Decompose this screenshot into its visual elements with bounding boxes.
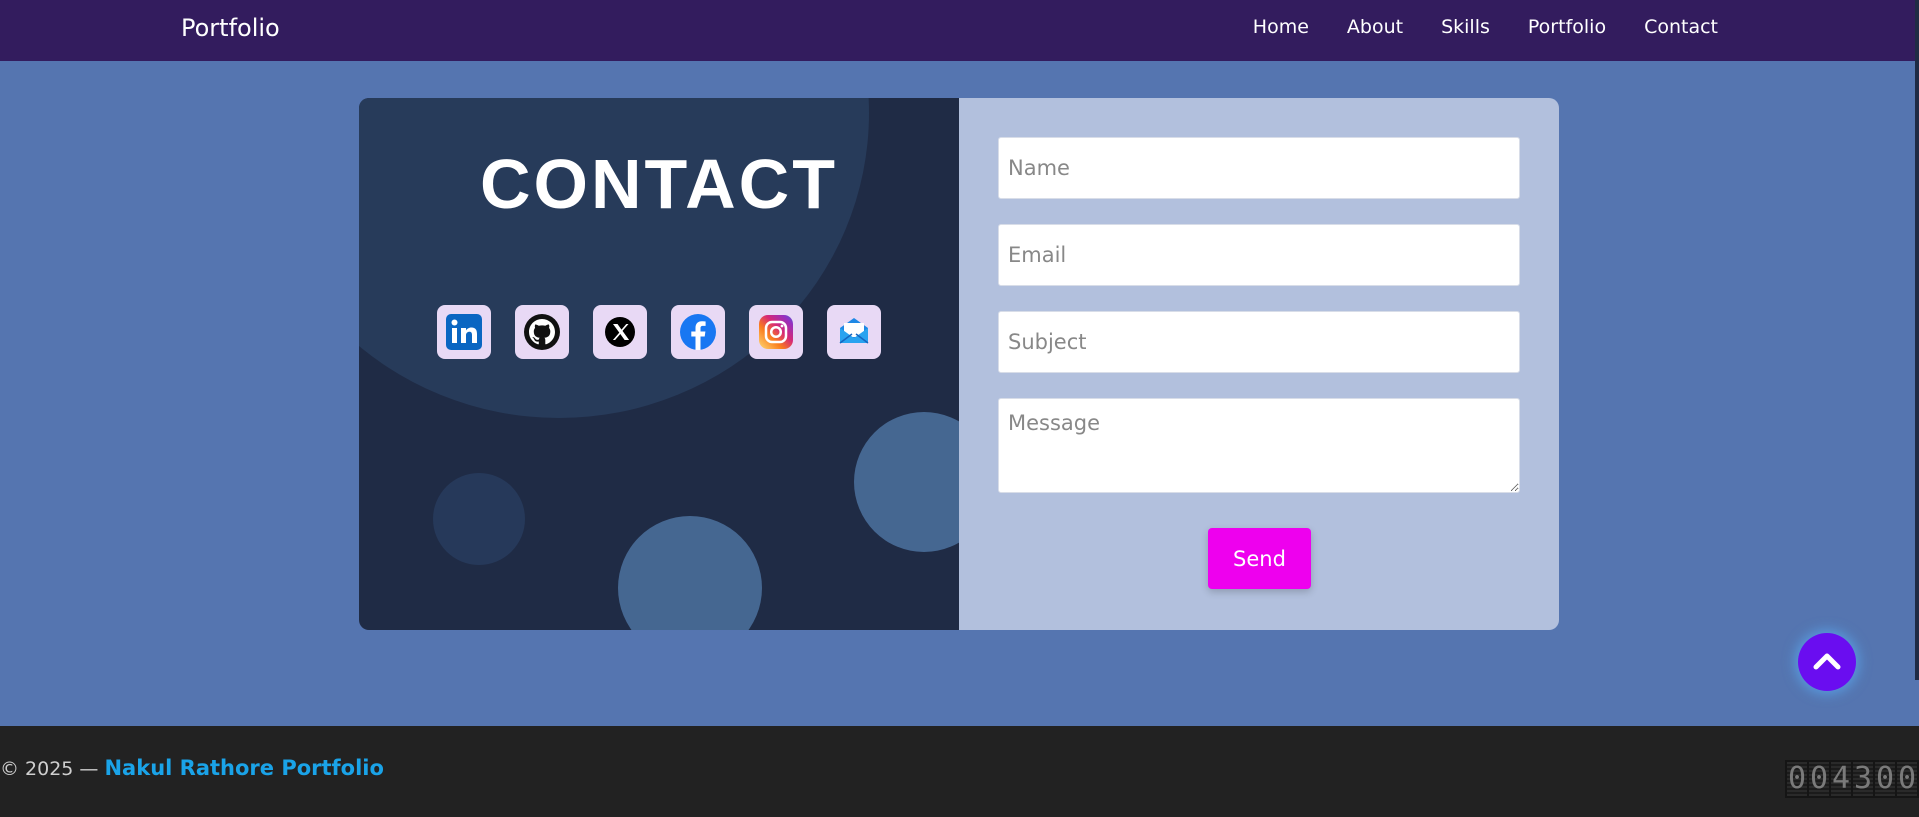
nav-link-contact[interactable]: Contact bbox=[1644, 16, 1718, 38]
instagram-icon bbox=[759, 315, 793, 349]
email-input[interactable] bbox=[998, 224, 1520, 286]
footer: © 2025 — Nakul Rathore Portfolio 0 0 4 3… bbox=[0, 726, 1919, 817]
facebook-link[interactable] bbox=[671, 305, 725, 359]
x-link[interactable] bbox=[593, 305, 647, 359]
nav-link-home[interactable]: Home bbox=[1253, 16, 1309, 38]
nav-link-portfolio[interactable]: Portfolio bbox=[1528, 16, 1606, 38]
subject-input[interactable] bbox=[998, 311, 1520, 373]
brand-logo[interactable]: Portfolio bbox=[181, 14, 280, 42]
copyright-prefix: © 2025 — bbox=[0, 758, 105, 780]
facebook-icon bbox=[680, 314, 716, 350]
x-icon bbox=[605, 317, 635, 347]
page-edge-strip bbox=[1915, 0, 1919, 680]
linkedin-link[interactable] bbox=[437, 305, 491, 359]
message-textarea[interactable] bbox=[998, 398, 1520, 493]
send-button[interactable]: Send bbox=[1208, 528, 1311, 589]
contact-info-panel: CONTACT bbox=[359, 98, 959, 630]
visitor-counter: 0 0 4 3 0 0 bbox=[1785, 760, 1919, 798]
scroll-to-top-button[interactable] bbox=[1798, 633, 1856, 691]
counter-digit: 0 bbox=[1897, 761, 1917, 796]
navbar: Portfolio Home About Skills Portfolio Co… bbox=[0, 0, 1919, 61]
email-icon bbox=[839, 318, 869, 344]
name-input[interactable] bbox=[998, 137, 1520, 199]
decor-circle-right bbox=[854, 412, 959, 552]
chevron-up-icon bbox=[1813, 653, 1841, 670]
decor-circle-bottom bbox=[618, 516, 762, 630]
github-link[interactable] bbox=[515, 305, 569, 359]
counter-digit: 0 bbox=[1875, 761, 1895, 796]
instagram-link[interactable] bbox=[749, 305, 803, 359]
github-icon bbox=[524, 314, 560, 350]
counter-digit: 4 bbox=[1831, 761, 1851, 796]
counter-digit: 3 bbox=[1853, 761, 1873, 796]
counter-digit: 0 bbox=[1787, 761, 1807, 796]
contact-title: CONTACT bbox=[480, 145, 838, 223]
contact-card: CONTACT Name Email Subject Message Send bbox=[359, 98, 1559, 630]
email-link[interactable] bbox=[827, 305, 881, 359]
nav-links: Home About Skills Portfolio Contact bbox=[1253, 16, 1718, 38]
copyright-text: © 2025 — Nakul Rathore Portfolio bbox=[0, 756, 384, 780]
counter-digit: 0 bbox=[1809, 761, 1829, 796]
nav-link-about[interactable]: About bbox=[1347, 16, 1403, 38]
linkedin-icon bbox=[446, 314, 482, 350]
owner-link[interactable]: Nakul Rathore Portfolio bbox=[104, 756, 383, 780]
contact-form-panel: Send bbox=[959, 98, 1559, 630]
social-links bbox=[437, 305, 881, 359]
decor-circle-small bbox=[433, 473, 525, 565]
nav-link-skills[interactable]: Skills bbox=[1441, 16, 1490, 38]
